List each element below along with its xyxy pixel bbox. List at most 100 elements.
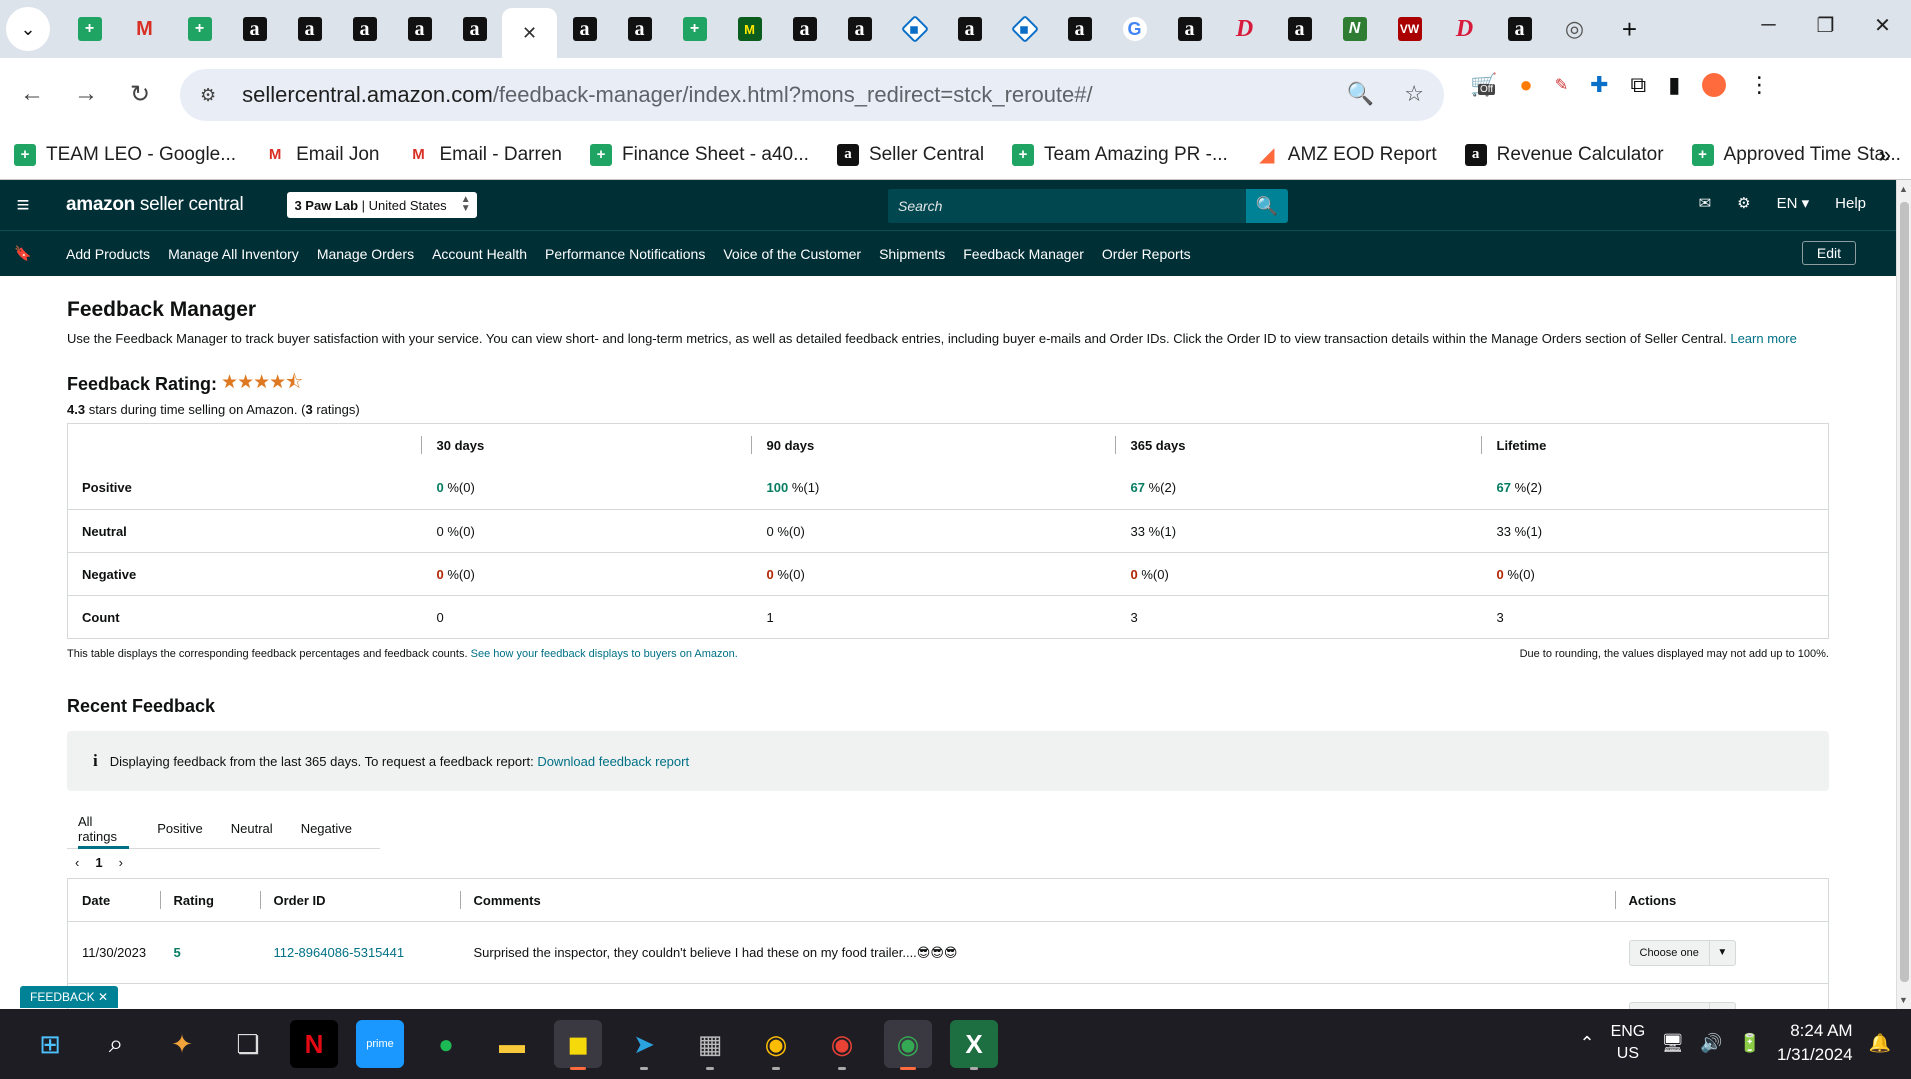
browser-tab[interactable]: a bbox=[1162, 7, 1217, 51]
search-input[interactable]: Search bbox=[888, 189, 1246, 223]
download-report-link[interactable]: Download feedback report bbox=[537, 754, 689, 769]
notification-bell-icon[interactable]: 🔔 bbox=[1869, 1033, 1891, 1054]
browser-tab[interactable]: a bbox=[337, 7, 392, 51]
tab-neutral[interactable]: Neutral bbox=[231, 809, 273, 849]
netflix-icon[interactable]: N bbox=[290, 1020, 338, 1068]
account-switcher[interactable]: 3 Paw Lab | United States ▲ ▼ bbox=[287, 192, 477, 218]
mail-icon[interactable]: ✉ bbox=[1699, 194, 1712, 212]
windows-start-icon[interactable]: ⊞ bbox=[26, 1020, 74, 1068]
browser-tab[interactable]: ◆ bbox=[887, 7, 942, 51]
network-icon[interactable]: 🖥 bbox=[1661, 1033, 1684, 1054]
bookmark-item[interactable]: M Email Jon bbox=[264, 144, 380, 166]
close-window-icon[interactable]: ✕ bbox=[1854, 0, 1911, 50]
search-button[interactable]: 🔍 bbox=[1246, 189, 1288, 223]
scroll-down-icon[interactable]: ▼ bbox=[1899, 995, 1908, 1005]
page-scrollbar[interactable]: ▲ ▼ bbox=[1896, 180, 1911, 1009]
browser-tab[interactable]: M bbox=[117, 7, 172, 51]
clock[interactable]: 8:24 AM 1/31/2024 bbox=[1777, 1019, 1853, 1067]
edit-nav-button[interactable]: Edit bbox=[1801, 241, 1856, 265]
browser-tab[interactable]: + bbox=[62, 7, 117, 51]
language-selector[interactable]: EN ▾ bbox=[1777, 194, 1810, 212]
scroll-thumb[interactable] bbox=[1900, 202, 1909, 982]
blue-extension-icon[interactable]: ✚ bbox=[1590, 72, 1608, 98]
browser-tab[interactable]: VW bbox=[1382, 7, 1437, 51]
browser-tab[interactable]: ◎ bbox=[1547, 7, 1602, 51]
nav-link-performance-notifications[interactable]: Performance Notifications bbox=[545, 246, 705, 262]
browser-tab[interactable]: a bbox=[832, 7, 887, 51]
scroll-up-icon[interactable]: ▲ bbox=[1899, 184, 1908, 194]
next-page-icon[interactable]: › bbox=[119, 855, 123, 870]
browser-tab[interactable]: N bbox=[1327, 7, 1382, 51]
prev-page-icon[interactable]: ‹ bbox=[75, 855, 79, 870]
reload-button[interactable]: ↻ bbox=[118, 72, 162, 116]
bookmark-item[interactable]: + TEAM LEO - Google... bbox=[14, 143, 236, 166]
task-view-icon[interactable]: ❏ bbox=[224, 1020, 272, 1068]
restore-icon[interactable]: ❐ bbox=[1797, 0, 1854, 50]
bookmark-item[interactable]: ◢ AMZ EOD Report bbox=[1256, 144, 1437, 167]
browser-tab[interactable]: G bbox=[1107, 7, 1162, 51]
choose-action-dropdown[interactable]: Choose one▼ bbox=[1628, 939, 1736, 966]
order-id-link[interactable]: 112-8964086-5315441 bbox=[274, 945, 405, 960]
feedback-widget-tab[interactable]: FEEDBACK ✕ bbox=[20, 986, 119, 1008]
language-indicator[interactable]: ENG US bbox=[1611, 1021, 1646, 1065]
browser-tab[interactable]: + bbox=[667, 7, 722, 51]
browser-tab[interactable]: a bbox=[447, 7, 502, 51]
chrome-profile-icon[interactable]: ◉ bbox=[818, 1020, 866, 1070]
bookmark-item[interactable]: M Email - Darren bbox=[408, 144, 562, 166]
browser-tab[interactable]: a bbox=[612, 7, 667, 51]
tab-active[interactable]: ✕ bbox=[502, 8, 557, 58]
browser-tab[interactable]: a bbox=[1272, 7, 1327, 51]
new-tab-button[interactable]: + bbox=[1602, 7, 1657, 51]
nav-link-feedback-manager[interactable]: Feedback Manager bbox=[963, 246, 1084, 262]
tab-search-dropdown[interactable]: ⌄ bbox=[6, 7, 50, 51]
back-button[interactable]: ← bbox=[10, 72, 54, 116]
copilot-icon[interactable]: ✦ bbox=[158, 1020, 206, 1068]
browser-tab[interactable]: D bbox=[1437, 7, 1492, 51]
tab-negative[interactable]: Negative bbox=[301, 809, 352, 849]
spotify-icon[interactable]: ● bbox=[422, 1020, 470, 1068]
calculator-icon[interactable]: ▦ bbox=[686, 1020, 734, 1070]
tab-positive[interactable]: Positive bbox=[157, 809, 203, 849]
current-page[interactable]: 1 bbox=[95, 855, 102, 870]
bookmark-item[interactable]: + Approved Time Sta... bbox=[1691, 143, 1901, 166]
browser-tab[interactable]: a bbox=[282, 7, 337, 51]
nav-link-voice-of-the-customer[interactable]: Voice of the Customer bbox=[723, 246, 861, 262]
bookmark-star-icon[interactable]: ☆ bbox=[1404, 81, 1424, 107]
honey-extension-icon[interactable]: 🛒Off bbox=[1470, 72, 1497, 98]
gear-icon[interactable]: ⚙ bbox=[1737, 194, 1750, 212]
chrome-icon[interactable]: ◉ bbox=[752, 1020, 800, 1070]
forward-button[interactable]: → bbox=[64, 72, 108, 116]
excel-icon[interactable]: X bbox=[950, 1020, 998, 1070]
nav-link-add-products[interactable]: Add Products bbox=[66, 246, 150, 262]
tab-all-ratings[interactable]: All ratings bbox=[78, 809, 130, 849]
nav-link-manage-orders[interactable]: Manage Orders bbox=[317, 246, 414, 262]
chevron-up-icon[interactable]: ⌃ bbox=[1579, 1033, 1594, 1054]
telegram-icon[interactable]: ➤ bbox=[620, 1020, 668, 1070]
volume-icon[interactable]: 🔊 bbox=[1700, 1033, 1722, 1054]
more-bookmarks-icon[interactable]: » bbox=[1879, 142, 1891, 168]
browser-tab[interactable]: a bbox=[227, 7, 282, 51]
close-tab-icon[interactable]: ✕ bbox=[522, 23, 537, 44]
nav-link-manage-all-inventory[interactable]: Manage All Inventory bbox=[168, 246, 299, 262]
browser-tab[interactable]: + bbox=[172, 7, 227, 51]
battery-icon[interactable]: 🔋 bbox=[1739, 1033, 1761, 1054]
learn-more-link[interactable]: Learn more bbox=[1730, 331, 1796, 346]
site-info-icon[interactable]: ⚙ bbox=[200, 85, 216, 106]
profile-avatar[interactable] bbox=[1702, 73, 1727, 97]
browser-tab[interactable]: a bbox=[1492, 7, 1547, 51]
browser-tab[interactable]: a bbox=[557, 7, 612, 51]
browser-tab[interactable]: a bbox=[1052, 7, 1107, 51]
bookmark-item[interactable]: + Finance Sheet - a40... bbox=[589, 143, 809, 166]
buyer-display-link[interactable]: See how your feedback displays to buyers… bbox=[471, 648, 738, 660]
browser-tab[interactable]: a bbox=[942, 7, 997, 51]
bookmark-item[interactable]: + Team Amazing PR -... bbox=[1012, 143, 1228, 166]
browser-tab[interactable]: a bbox=[777, 7, 832, 51]
side-panel-icon[interactable]: ▮ bbox=[1668, 72, 1680, 98]
minimize-icon[interactable]: ─ bbox=[1740, 0, 1797, 50]
seller-central-logo[interactable]: amazon seller central bbox=[66, 194, 244, 216]
sticky-notes-icon[interactable]: ◼ bbox=[554, 1020, 602, 1070]
hamburger-menu-icon[interactable]: ≡ bbox=[0, 192, 46, 218]
browser-tab[interactable]: a bbox=[392, 7, 447, 51]
firefox-extension-icon[interactable]: ● bbox=[1519, 72, 1532, 98]
browser-tab[interactable]: D bbox=[1217, 7, 1272, 51]
